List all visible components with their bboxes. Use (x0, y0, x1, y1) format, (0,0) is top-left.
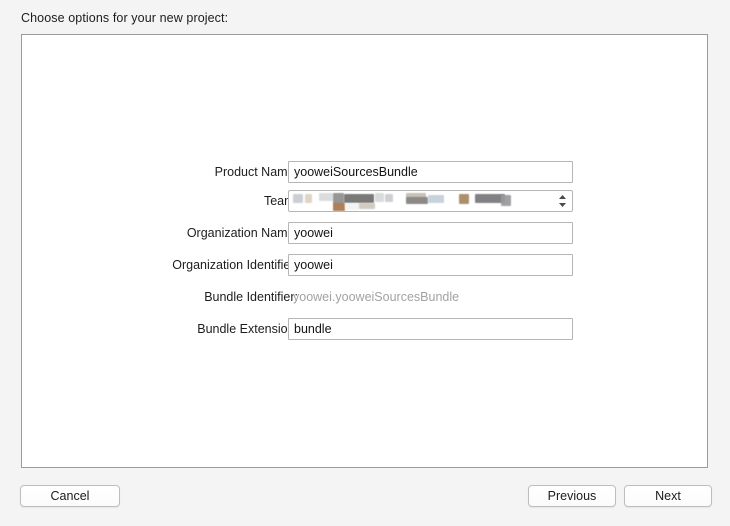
redaction-block (344, 194, 374, 203)
bundle-extension-label: Bundle Extension: (197, 322, 298, 336)
redaction-block (345, 203, 359, 210)
organization-name-label: Organization Name: (186, 226, 298, 240)
cancel-button[interactable]: Cancel (20, 485, 120, 507)
product-name-label: Product Name: (214, 165, 298, 179)
chevron-up-down-icon (557, 193, 568, 209)
bundle-identifier-label: Bundle Identifier: (204, 290, 298, 304)
form-row-team: Team: (22, 190, 707, 219)
bundle-identifier-value: yoowei.yooweiSourcesBundle (293, 290, 460, 304)
project-options-form: Product Name: Team: Organization Name: (22, 161, 707, 347)
organization-identifier-label: Organization Identifier: (172, 258, 298, 272)
options-panel: Product Name: Team: Organization Name: (21, 34, 708, 468)
page-title: Choose options for your new project: (21, 11, 229, 25)
form-row-organization-name: Organization Name: (22, 222, 707, 251)
next-button[interactable]: Next (624, 485, 712, 507)
redaction-block (359, 203, 375, 209)
redaction-block (293, 194, 303, 203)
redaction-block (459, 194, 469, 204)
redaction-block (319, 193, 333, 201)
redaction-block (375, 193, 384, 202)
form-row-organization-identifier: Organization Identifier: (22, 254, 707, 283)
redaction-block (428, 195, 444, 203)
previous-button[interactable]: Previous (528, 485, 616, 507)
bundle-extension-input[interactable] (288, 318, 573, 340)
organization-identifier-input[interactable] (288, 254, 573, 276)
organization-name-input[interactable] (288, 222, 573, 244)
form-row-bundle-identifier: Bundle Identifier: yoowei.yooweiSourcesB… (22, 286, 707, 315)
redaction-block (305, 194, 312, 203)
form-row-product-name: Product Name: (22, 161, 707, 190)
redaction-block (385, 194, 393, 202)
team-popup-button[interactable] (288, 190, 573, 212)
redaction-block (501, 195, 511, 206)
redaction-block (333, 203, 345, 211)
product-name-input[interactable] (288, 161, 573, 183)
form-row-bundle-extension: Bundle Extension: (22, 318, 707, 347)
team-redacted-value (289, 191, 548, 211)
redaction-block (406, 197, 428, 204)
